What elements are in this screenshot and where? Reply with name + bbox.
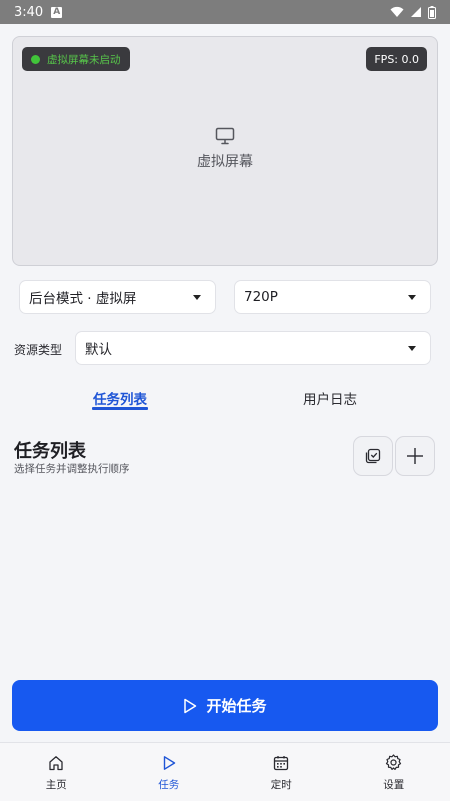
virtual-screen-label: 虚拟屏幕	[197, 154, 253, 170]
resolution-select[interactable]: 720P	[234, 280, 431, 314]
bottom-navigation: 主页 任务 定时 设置	[0, 742, 450, 801]
play-icon	[163, 755, 175, 770]
nav-item-schedule[interactable]: 定时	[225, 743, 338, 801]
status-time: 3:40	[14, 4, 44, 20]
tab-user-log[interactable]: 用户日志	[300, 388, 360, 408]
virtual-screen-status-badge: 虚拟屏幕未启动	[22, 47, 130, 71]
battery-icon	[428, 5, 436, 19]
home-icon	[49, 755, 63, 770]
fps-badge: FPS: 0.0	[366, 47, 427, 71]
nav-label-home: 主页	[45, 778, 67, 791]
nav-label-schedule: 定时	[270, 778, 292, 791]
chevron-down-icon	[193, 294, 201, 300]
wifi-icon	[390, 6, 404, 17]
nav-item-home[interactable]: 主页	[0, 743, 113, 801]
gear-icon	[386, 754, 402, 770]
resolution-select-value: 720P	[244, 289, 278, 305]
status-left: 3:40 A	[14, 4, 63, 20]
signal-icon	[411, 7, 421, 17]
chevron-down-icon	[408, 294, 416, 300]
resource-type-select[interactable]: 默认	[75, 331, 431, 365]
virtual-screen-placeholder: 虚拟屏幕	[13, 127, 437, 171]
checklist-icon	[365, 448, 381, 464]
task-list-subtitle: 选择任务并调整执行顺序	[14, 463, 130, 475]
system-status-bar: 3:40 A	[0, 0, 450, 24]
active-tab-indicator	[92, 407, 148, 410]
mode-select-value: 后台模式 · 虚拟屏	[29, 291, 137, 307]
mode-select[interactable]: 后台模式 · 虚拟屏	[19, 280, 216, 314]
virtual-screen-status-text: 虚拟屏幕未启动	[47, 53, 121, 66]
nav-label-settings: 设置	[383, 779, 405, 791]
status-dot-icon	[31, 54, 40, 64]
resource-type-label: 资源类型	[14, 343, 63, 357]
notification-icon: A	[51, 6, 63, 18]
start-task-label: 开始任务	[206, 697, 267, 715]
select-all-button[interactable]	[353, 436, 393, 476]
start-task-button[interactable]: 开始任务	[12, 680, 438, 731]
nav-label-tasks: 任务	[158, 778, 180, 791]
status-right	[390, 5, 436, 19]
add-task-button[interactable]	[395, 436, 435, 476]
resource-type-value: 默认	[85, 342, 112, 358]
task-list-title: 任务列表	[14, 441, 86, 462]
monitor-icon	[215, 127, 235, 145]
nav-item-tasks[interactable]: 任务	[113, 743, 226, 801]
plus-icon	[407, 448, 423, 464]
virtual-screen-preview: 虚拟屏幕未启动 FPS: 0.0 虚拟屏幕	[12, 36, 438, 266]
nav-item-settings[interactable]: 设置	[338, 743, 450, 801]
calendar-icon	[274, 755, 289, 770]
tab-task-list[interactable]: 任务列表	[92, 388, 148, 408]
play-icon	[184, 698, 197, 713]
chevron-down-icon	[408, 345, 416, 351]
